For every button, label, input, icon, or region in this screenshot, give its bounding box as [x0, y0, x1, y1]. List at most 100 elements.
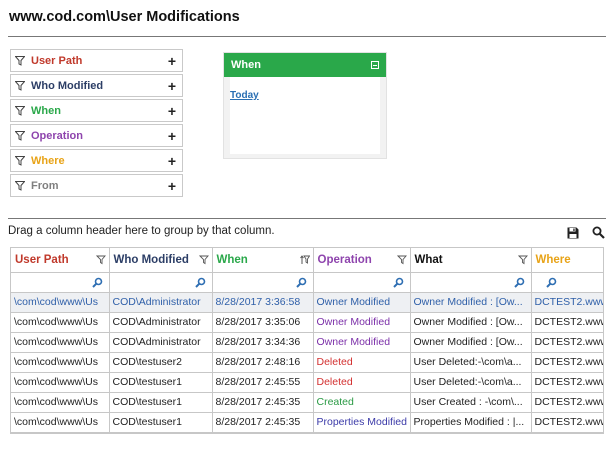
when-filter-header: When	[224, 53, 386, 77]
filter-when[interactable]: When +	[10, 99, 183, 122]
column-filter-icon[interactable]	[396, 255, 407, 265]
table-row[interactable]: \com\cod\www\Us COD\testuser1 8/28/2017 …	[11, 392, 603, 413]
plus-icon[interactable]: +	[168, 104, 176, 118]
section-divider	[8, 218, 606, 219]
cell-operation: Deleted	[313, 352, 411, 373]
group-by-hint: Drag a column header here to group by th…	[8, 225, 275, 237]
search-icon[interactable]	[194, 277, 206, 288]
cell-who-modified: COD\Administrator	[109, 332, 213, 353]
cell-user-path: \com\cod\www\Us	[11, 292, 110, 313]
search-icon[interactable]	[545, 277, 557, 288]
plus-icon[interactable]: +	[168, 154, 176, 168]
cell-operation: Owner Modified	[313, 292, 411, 313]
cell-what: User Deleted:-\com\a...	[410, 352, 532, 373]
cell-who-modified: COD\testuser1	[109, 392, 213, 413]
cell-what: Properties Modified : |...	[410, 412, 532, 433]
cell-who-modified: COD\testuser2	[109, 352, 213, 373]
column-header-who-modified[interactable]: Who Modified	[109, 248, 213, 273]
cell-where: DCTEST2.www	[531, 392, 603, 413]
column-header-label: What	[414, 253, 443, 266]
search-icon[interactable]	[392, 277, 404, 288]
column-header-label: User Path	[15, 253, 69, 266]
column-filter-icon[interactable]	[517, 255, 528, 265]
filter-label: Who Modified	[31, 79, 104, 92]
column-search-cell[interactable]	[313, 272, 411, 293]
table-row[interactable]: \com\cod\www\Us COD\testuser1 8/28/2017 …	[11, 372, 603, 393]
plus-icon[interactable]: +	[168, 179, 176, 193]
column-header-when[interactable]: When	[212, 248, 314, 273]
cell-who-modified: COD\testuser1	[109, 372, 213, 393]
funnel-icon	[15, 80, 25, 91]
collapse-icon[interactable]	[371, 61, 379, 69]
funnel-icon	[15, 155, 25, 166]
filter-who-modified[interactable]: Who Modified +	[10, 74, 183, 97]
column-search-cell[interactable]	[109, 272, 213, 293]
cell-when: 8/28/2017 3:36:58	[212, 292, 314, 313]
table-row[interactable]: \com\cod\www\Us COD\testuser1 8/28/2017 …	[11, 412, 603, 433]
column-header-what[interactable]: What	[410, 248, 532, 273]
cell-who-modified: COD\testuser1	[109, 412, 213, 433]
column-search-cell[interactable]	[11, 272, 110, 293]
table-row[interactable]: \com\cod\www\Us COD\Administrator 8/28/2…	[11, 332, 603, 353]
filter-label: From	[31, 179, 59, 192]
plus-icon[interactable]: +	[168, 54, 176, 68]
cell-when: 8/28/2017 2:45:35	[212, 412, 314, 433]
cell-when: 8/28/2017 2:45:35	[212, 392, 314, 413]
column-filter-icon[interactable]	[198, 255, 209, 265]
cell-when: 8/28/2017 3:34:36	[212, 332, 314, 353]
cell-operation: Created	[313, 392, 411, 413]
sort-filter-icon[interactable]	[299, 255, 310, 265]
save-icon[interactable]	[567, 227, 579, 239]
filter-label: Where	[31, 154, 65, 167]
modifications-grid: User Path Who Modified When Operation Wh…	[10, 247, 604, 434]
column-header-row: User Path Who Modified When Operation Wh…	[11, 248, 603, 273]
funnel-icon	[15, 55, 25, 66]
filter-label: Operation	[31, 129, 83, 142]
filter-label: When	[31, 104, 61, 117]
when-filter-body: Today	[230, 77, 380, 154]
column-header-user-path[interactable]: User Path	[11, 248, 110, 273]
cell-when: 8/28/2017 2:45:55	[212, 372, 314, 393]
search-icon[interactable]	[513, 277, 525, 288]
column-header-label: Where	[535, 253, 571, 266]
cell-user-path: \com\cod\www\Us	[11, 312, 110, 333]
when-filter-box: When Today	[223, 52, 387, 159]
cell-where: DCTEST2.www	[531, 332, 603, 353]
cell-who-modified: COD\Administrator	[109, 312, 213, 333]
cell-operation: Deleted	[313, 372, 411, 393]
column-header-label: Who Modified	[113, 253, 189, 266]
funnel-icon	[15, 180, 25, 191]
filter-row	[11, 272, 603, 293]
cell-user-path: \com\cod\www\Us	[11, 332, 110, 353]
title-divider	[8, 36, 606, 37]
column-search-cell[interactable]	[410, 272, 532, 293]
search-icon[interactable]	[592, 226, 605, 239]
table-row[interactable]: \com\cod\www\Us COD\testuser2 8/28/2017 …	[11, 352, 603, 373]
funnel-icon	[15, 105, 25, 116]
plus-icon[interactable]: +	[168, 129, 176, 143]
column-search-cell[interactable]	[531, 272, 603, 293]
plus-icon[interactable]: +	[168, 79, 176, 93]
column-header-where[interactable]: Where	[531, 248, 603, 273]
when-filter-title: When	[231, 59, 261, 71]
filter-user-path[interactable]: User Path +	[10, 49, 183, 72]
filter-where[interactable]: Where +	[10, 149, 183, 172]
search-icon[interactable]	[295, 277, 307, 288]
page-title: www.cod.com\User Modifications	[9, 9, 240, 25]
table-row[interactable]: \com\cod\www\Us COD\Administrator 8/28/2…	[11, 292, 603, 313]
today-link[interactable]: Today	[230, 90, 259, 101]
filter-from[interactable]: From +	[10, 174, 183, 197]
cell-when: 8/28/2017 2:48:16	[212, 352, 314, 373]
column-filter-icon[interactable]	[95, 255, 106, 265]
table-row[interactable]: \com\cod\www\Us COD\Administrator 8/28/2…	[11, 312, 603, 333]
column-search-cell[interactable]	[212, 272, 314, 293]
column-header-operation[interactable]: Operation	[313, 248, 411, 273]
cell-where: DCTEST2.www	[531, 312, 603, 333]
cell-operation: Properties Modified	[313, 412, 411, 433]
filter-operation[interactable]: Operation +	[10, 124, 183, 147]
cell-operation: Owner Modified	[313, 312, 411, 333]
cell-who-modified: COD\Administrator	[109, 292, 213, 313]
filter-label: User Path	[31, 54, 83, 67]
cell-user-path: \com\cod\www\Us	[11, 352, 110, 373]
search-icon[interactable]	[91, 277, 103, 288]
